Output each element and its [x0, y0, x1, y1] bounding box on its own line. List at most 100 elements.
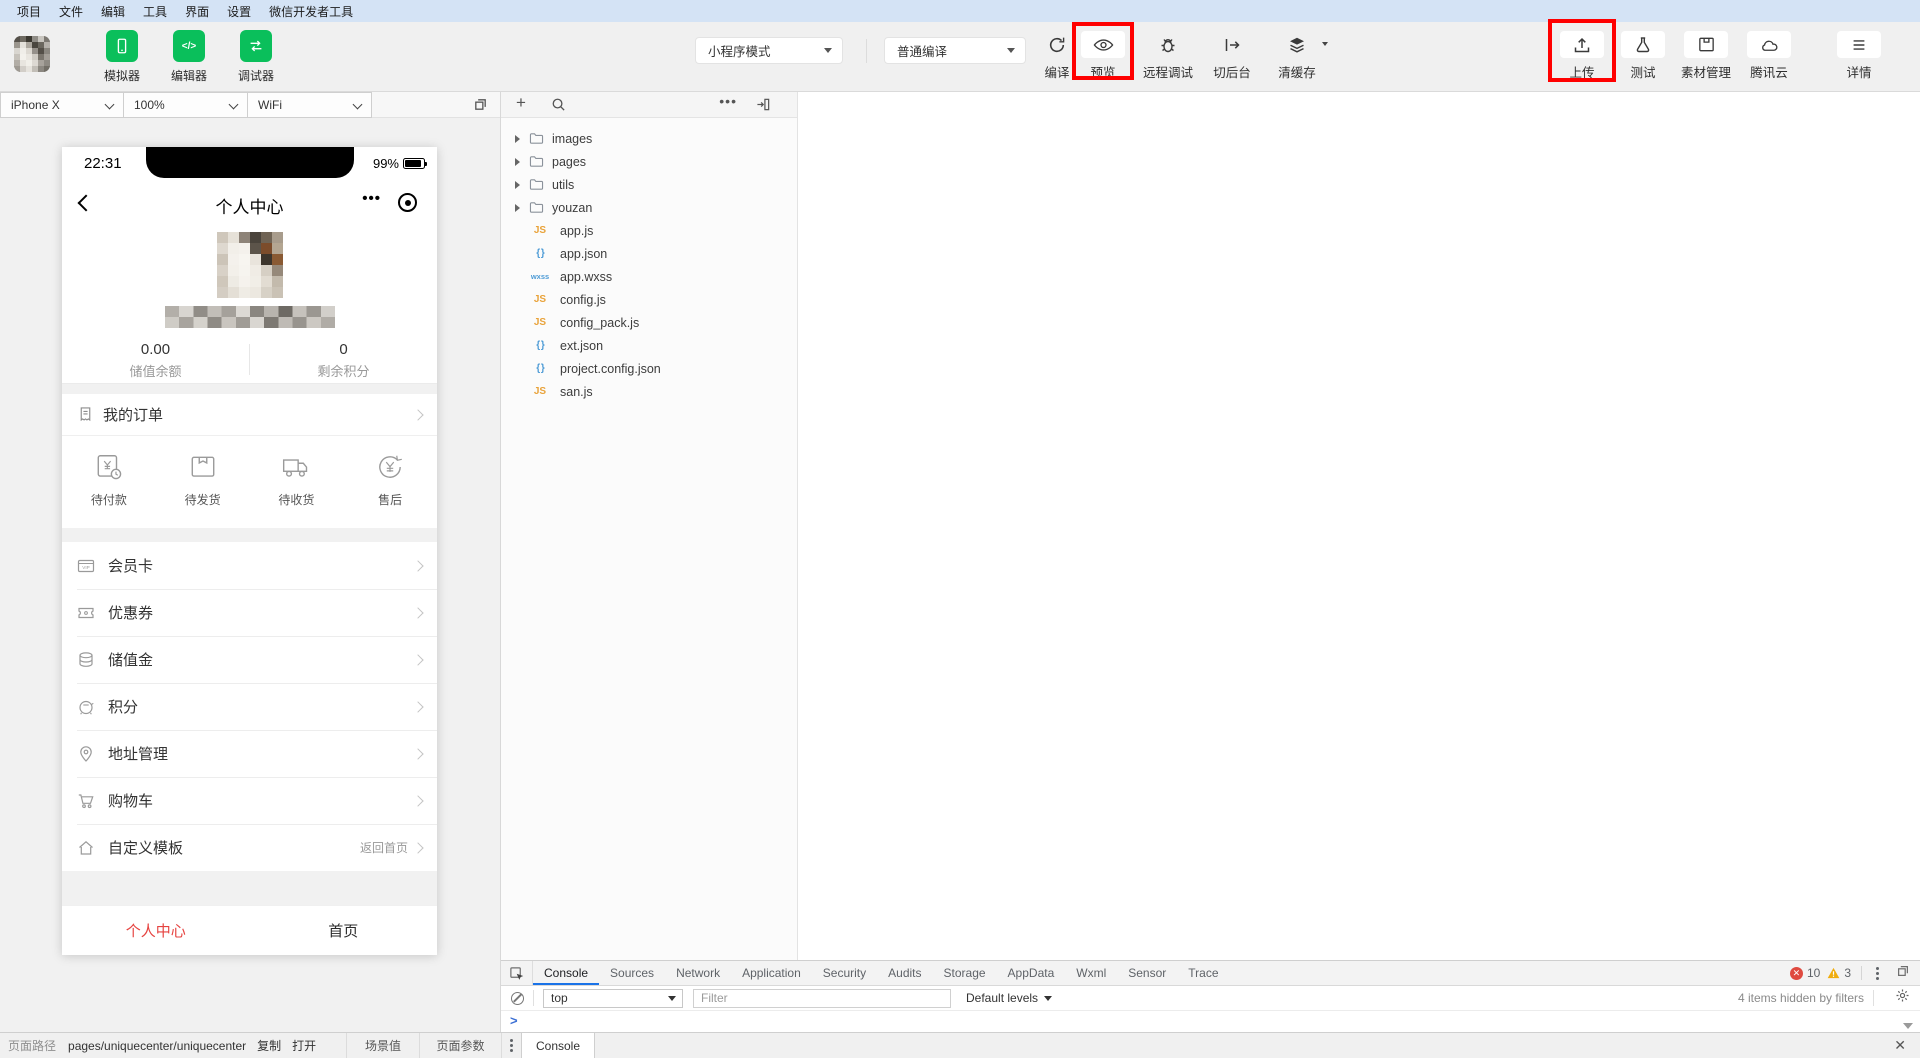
- editor-toggle-button[interactable]: </> 编辑器: [164, 30, 214, 84]
- mode-select[interactable]: 小程序模式: [695, 37, 843, 64]
- console-filter-input[interactable]: [693, 989, 951, 1008]
- mode-select-value: 小程序模式: [708, 41, 771, 60]
- search-icon[interactable]: [551, 97, 566, 117]
- compile-mode-select[interactable]: 普通编译: [884, 37, 1026, 64]
- log-levels-select[interactable]: Default levels: [966, 991, 1052, 1005]
- more-options-icon[interactable]: •••: [719, 93, 737, 109]
- debugger-toggle-label: 调试器: [238, 67, 274, 84]
- file-project-config-json[interactable]: { } project.config.json: [501, 357, 797, 380]
- remote-debug-button[interactable]: 远程调试: [1136, 31, 1200, 81]
- more-menu-icon[interactable]: •••: [362, 190, 381, 207]
- file-config-js[interactable]: JS config.js: [501, 288, 797, 311]
- tab-application[interactable]: Application: [731, 961, 812, 985]
- tab-network[interactable]: Network: [665, 961, 731, 985]
- my-orders-row[interactable]: 我的订单: [62, 394, 437, 436]
- scroll-down-arrow-icon[interactable]: [1903, 1023, 1913, 1029]
- drawer-menu-icon[interactable]: [506, 1039, 517, 1052]
- menu-view[interactable]: 界面: [176, 3, 218, 20]
- error-count: 10: [1807, 966, 1820, 980]
- menu-devtools[interactable]: 微信开发者工具: [260, 3, 362, 20]
- pending-payment-item[interactable]: 待付款: [62, 436, 156, 528]
- capsule-record-icon[interactable]: [398, 193, 417, 212]
- clear-cache-button[interactable]: 清缓存: [1267, 31, 1327, 81]
- shopping-cart-row[interactable]: 购物车: [62, 777, 437, 824]
- inspect-element-icon[interactable]: [501, 961, 533, 985]
- detach-window-icon[interactable]: [473, 97, 488, 117]
- tab-trace[interactable]: Trace: [1177, 961, 1229, 985]
- editor-empty-area[interactable]: [798, 92, 1920, 960]
- pending-receipt-item[interactable]: 待收货: [250, 436, 344, 528]
- console-output-area[interactable]: >: [501, 1011, 1920, 1032]
- close-drawer-icon[interactable]: ✕: [1894, 1037, 1906, 1054]
- collapse-panel-icon[interactable]: [756, 97, 771, 117]
- menu-file[interactable]: 文件: [50, 3, 92, 20]
- tencent-cloud-button[interactable]: 腾讯云: [1740, 31, 1798, 81]
- member-card-row[interactable]: VIP 会员卡: [62, 542, 437, 589]
- console-settings-gear-icon[interactable]: [1895, 988, 1910, 1008]
- tab-storage[interactable]: Storage: [933, 961, 997, 985]
- menu-edit[interactable]: 编辑: [92, 3, 134, 20]
- test-button[interactable]: 测试: [1615, 31, 1671, 81]
- user-profile-avatar[interactable]: [217, 232, 283, 298]
- drawer-console-tab[interactable]: Console: [521, 1033, 595, 1058]
- my-orders-label: 我的订单: [103, 404, 163, 425]
- file-config-pack-js[interactable]: JS config_pack.js: [501, 311, 797, 334]
- user-avatar[interactable]: [14, 36, 50, 72]
- menu-settings[interactable]: 设置: [218, 3, 260, 20]
- address-management-row[interactable]: 地址管理: [62, 730, 437, 777]
- clear-console-icon[interactable]: [511, 992, 524, 1005]
- pending-shipment-item[interactable]: 待发货: [156, 436, 250, 528]
- tab-appdata[interactable]: AppData: [997, 961, 1066, 985]
- menu-tools[interactable]: 工具: [134, 3, 176, 20]
- stored-value-row[interactable]: 储值金: [62, 636, 437, 683]
- debugger-toggle-button[interactable]: 调试器: [231, 30, 281, 84]
- points-row[interactable]: 积分: [62, 683, 437, 730]
- menu-project[interactable]: 项目: [8, 3, 50, 20]
- details-button[interactable]: 详情: [1831, 31, 1887, 81]
- folder-images[interactable]: images: [501, 127, 797, 150]
- zoom-select[interactable]: 100%: [124, 92, 248, 118]
- page-params-tab[interactable]: 页面参数: [420, 1033, 502, 1058]
- simulator-toggle-button[interactable]: 模拟器: [97, 30, 147, 84]
- network-select[interactable]: WiFi: [248, 92, 372, 118]
- tab-personal-center[interactable]: 个人中心: [62, 906, 250, 955]
- simulator-toolbar: iPhone X 100% WiFi: [0, 92, 500, 118]
- folder-utils[interactable]: utils: [501, 173, 797, 196]
- tab-sources[interactable]: Sources: [599, 961, 665, 985]
- wechat-devtools-window: 项目 文件 编辑 工具 界面 设置 微信开发者工具 模拟器: [0, 0, 1920, 1058]
- device-select[interactable]: iPhone X: [0, 92, 124, 118]
- preview-button[interactable]: 预览: [1077, 31, 1129, 81]
- file-app-wxss[interactable]: wxss app.wxss: [501, 265, 797, 288]
- points-stat[interactable]: 0 剩余积分: [250, 336, 437, 383]
- coupons-row[interactable]: 优惠券: [62, 589, 437, 636]
- tab-console[interactable]: Console: [533, 961, 599, 985]
- file-ext-json[interactable]: { } ext.json: [501, 334, 797, 357]
- after-sale-item[interactable]: 售后: [343, 436, 437, 528]
- warning-count-badge[interactable]: 3: [1827, 966, 1851, 980]
- context-select[interactable]: top: [543, 989, 683, 1008]
- folder-youzan[interactable]: youzan: [501, 196, 797, 219]
- assets-button[interactable]: 素材管理: [1674, 31, 1738, 81]
- caret-down-icon: [1044, 996, 1052, 1001]
- file-app-json[interactable]: { } app.json: [501, 242, 797, 265]
- file-app-js[interactable]: JS app.js: [501, 219, 797, 242]
- undock-icon[interactable]: [1896, 964, 1910, 983]
- upload-button[interactable]: 上传: [1554, 31, 1610, 81]
- back-home-link[interactable]: 返回首页: [360, 839, 408, 856]
- stored-balance-stat[interactable]: 0.00 储值余额: [62, 336, 249, 383]
- error-count-badge[interactable]: ✕ 10: [1790, 966, 1820, 980]
- tab-audits[interactable]: Audits: [877, 961, 932, 985]
- folder-pages[interactable]: pages: [501, 150, 797, 173]
- custom-template-row[interactable]: 自定义模板 返回首页: [62, 824, 437, 871]
- tab-wxml[interactable]: Wxml: [1065, 961, 1117, 985]
- to-background-button[interactable]: 切后台: [1204, 31, 1260, 81]
- add-file-icon[interactable]: +: [516, 93, 526, 113]
- devtools-menu-icon[interactable]: [1872, 967, 1883, 980]
- open-path-link[interactable]: 打开: [292, 1037, 316, 1054]
- scene-value-tab[interactable]: 场景值: [346, 1033, 420, 1058]
- tab-security[interactable]: Security: [812, 961, 877, 985]
- tab-home[interactable]: 首页: [250, 906, 438, 955]
- file-san-js[interactable]: JS san.js: [501, 380, 797, 403]
- tab-sensor[interactable]: Sensor: [1117, 961, 1177, 985]
- copy-path-link[interactable]: 复制: [257, 1037, 281, 1054]
